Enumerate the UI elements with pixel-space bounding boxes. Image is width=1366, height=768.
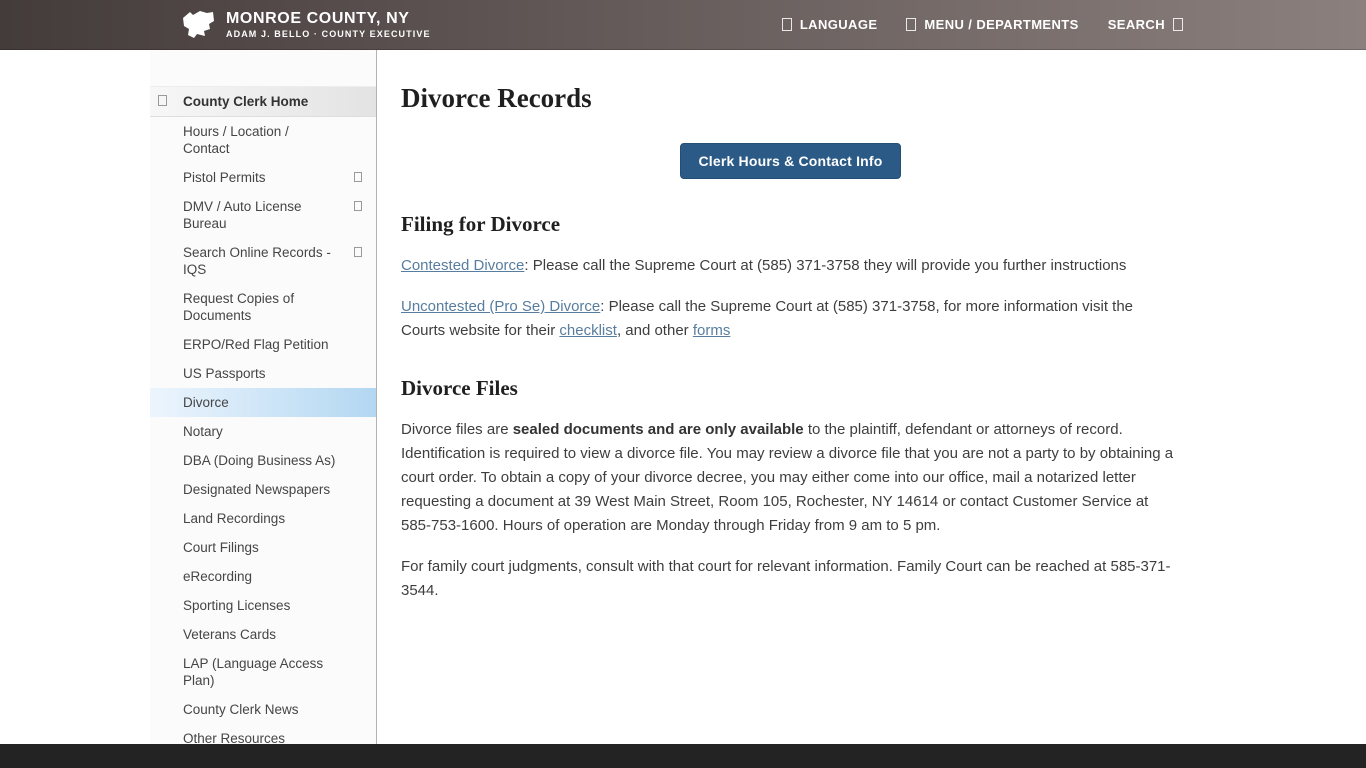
- sidebar-item-label: Divorce: [183, 395, 229, 410]
- top-navigation: LANGUAGE MENU / DEPARTMENTS SEARCH: [782, 17, 1183, 32]
- inline-link-uncontested-pro-se-divorce[interactable]: Uncontested (Pro Se) Divorce: [401, 298, 600, 315]
- sidebar-item-label: Court Filings: [183, 540, 259, 555]
- sidebar-item-label: Land Recordings: [183, 511, 285, 526]
- section-heading-filing-for-divorce: Filing for Divorce: [401, 212, 1180, 237]
- sidebar-item-label: DMV / Auto License Bureau: [183, 199, 302, 231]
- sidebar-item-label: Veterans Cards: [183, 627, 276, 642]
- body-paragraph: Contested Divorce: Please call the Supre…: [401, 254, 1180, 278]
- sidebar-item-label: ERPO/Red Flag Petition: [183, 337, 329, 352]
- sidebar-item-lap-language-access-plan[interactable]: LAP (Language Access Plan): [150, 649, 376, 695]
- page-footer-bar: [0, 744, 1366, 768]
- inline-link-contested-divorce[interactable]: Contested Divorce: [401, 257, 524, 274]
- main-content: Divorce Records Clerk Hours & Contact In…: [401, 50, 1180, 603]
- sidebar-item-label: DBA (Doing Business As): [183, 453, 335, 468]
- sidebar-item-land-recordings[interactable]: Land Recordings: [150, 504, 376, 533]
- search-icon: [1173, 18, 1183, 31]
- text-segment: Divorce files are: [401, 421, 513, 438]
- monroe-county-logo-icon: [180, 9, 216, 41]
- sidebar-item-pistol-permits[interactable]: Pistol Permits: [150, 163, 376, 192]
- text-segment: : Please call the Supreme Court at (585)…: [524, 257, 1126, 274]
- sidebar-item-notary[interactable]: Notary: [150, 417, 376, 446]
- expand-icon[interactable]: [354, 172, 362, 182]
- body-paragraph: Uncontested (Pro Se) Divorce: Please cal…: [401, 295, 1180, 343]
- topnav-label: LANGUAGE: [800, 17, 878, 32]
- sidebar-item-label: Request Copies of Documents: [183, 291, 294, 323]
- button-row: Clerk Hours & Contact Info: [401, 143, 1180, 179]
- county-subtitle: ADAM J. BELLO · COUNTY EXECUTIVE: [226, 28, 431, 40]
- sidebar-item-label: Hours / Location / Contact: [183, 124, 289, 156]
- sidebar-item-erpo-red-flag-petition[interactable]: ERPO/Red Flag Petition: [150, 330, 376, 359]
- text-segment: , and other: [617, 322, 693, 339]
- sidebar-item-label: Designated Newspapers: [183, 482, 330, 497]
- expand-icon[interactable]: [354, 201, 362, 211]
- globe-icon: [782, 18, 792, 31]
- section-heading-divorce-files: Divorce Files: [401, 376, 1180, 401]
- content-sections: Filing for Divorce Contested Divorce: Ple…: [401, 212, 1180, 603]
- sidebar-item-erecording[interactable]: eRecording: [150, 562, 376, 591]
- topnav-label: MENU / DEPARTMENTS: [924, 17, 1078, 32]
- sidebar-item-designated-newspapers[interactable]: Designated Newspapers: [150, 475, 376, 504]
- sidebar-item-hours-location-contact[interactable]: Hours / Location / Contact: [150, 117, 376, 163]
- county-title: MONROE COUNTY, NY: [226, 10, 431, 28]
- sidebar-item-veterans-cards[interactable]: Veterans Cards: [150, 620, 376, 649]
- sidebar-item-label: LAP (Language Access Plan): [183, 656, 323, 688]
- sidebar-item-label: US Passports: [183, 366, 266, 381]
- text-segment: For family court judgments, consult with…: [401, 558, 1171, 599]
- topnav-menu-departments[interactable]: MENU / DEPARTMENTS: [906, 17, 1078, 32]
- sidebar-item-county-clerk-news[interactable]: County Clerk News: [150, 695, 376, 724]
- document-icon: [158, 95, 167, 106]
- sidebar-item-dba-doing-business-as[interactable]: DBA (Doing Business As): [150, 446, 376, 475]
- sidebar-item-label: Notary: [183, 424, 223, 439]
- county-brand[interactable]: MONROE COUNTY, NY ADAM J. BELLO · COUNTY…: [180, 9, 431, 41]
- expand-icon[interactable]: [354, 247, 362, 257]
- sidebar-item-label: Search Online Records - IQS: [183, 245, 331, 277]
- sidebar-item-request-copies-of-documents[interactable]: Request Copies of Documents: [150, 284, 376, 330]
- clerk-hours-contact-button[interactable]: Clerk Hours & Contact Info: [680, 143, 900, 179]
- topnav-search[interactable]: SEARCH: [1108, 17, 1183, 32]
- inline-link-forms[interactable]: forms: [693, 322, 731, 339]
- sidebar-item-label: Sporting Licenses: [183, 598, 290, 613]
- sidebar-item-search-online-records-iqs[interactable]: Search Online Records - IQS: [150, 238, 376, 284]
- sidebar-item-county-clerk-home[interactable]: County Clerk Home: [150, 86, 376, 117]
- menu-icon: [906, 18, 916, 31]
- sidebar-item-dmv-auto-license-bureau[interactable]: DMV / Auto License Bureau: [150, 192, 376, 238]
- inline-link-checklist[interactable]: checklist: [559, 322, 617, 339]
- sidebar-item-label: Pistol Permits: [183, 170, 266, 185]
- county-clerk-sidebar: County Clerk Home Hours / Location / Cont…: [150, 50, 377, 744]
- sidebar-item-sporting-licenses[interactable]: Sporting Licenses: [150, 591, 376, 620]
- sidebar-item-court-filings[interactable]: Court Filings: [150, 533, 376, 562]
- sidebar-item-label: eRecording: [183, 569, 252, 584]
- top-header-bar: MONROE COUNTY, NY ADAM J. BELLO · COUNTY…: [0, 0, 1366, 50]
- sidebar-item-us-passports[interactable]: US Passports: [150, 359, 376, 388]
- sidebar-item-label: County Clerk News: [183, 702, 299, 717]
- sidebar-item-divorce[interactable]: Divorce: [150, 388, 376, 417]
- body-paragraph: Divorce files are sealed documents and a…: [401, 418, 1180, 538]
- bold-text: sealed documents and are only available: [513, 421, 804, 438]
- topnav-language[interactable]: LANGUAGE: [782, 17, 878, 32]
- page-title: Divorce Records: [401, 83, 1180, 114]
- body-paragraph: For family court judgments, consult with…: [401, 555, 1180, 603]
- sidebar-item-label: County Clerk Home: [183, 94, 308, 109]
- topnav-label: SEARCH: [1108, 17, 1165, 32]
- brand-text: MONROE COUNTY, NY ADAM J. BELLO · COUNTY…: [226, 10, 431, 40]
